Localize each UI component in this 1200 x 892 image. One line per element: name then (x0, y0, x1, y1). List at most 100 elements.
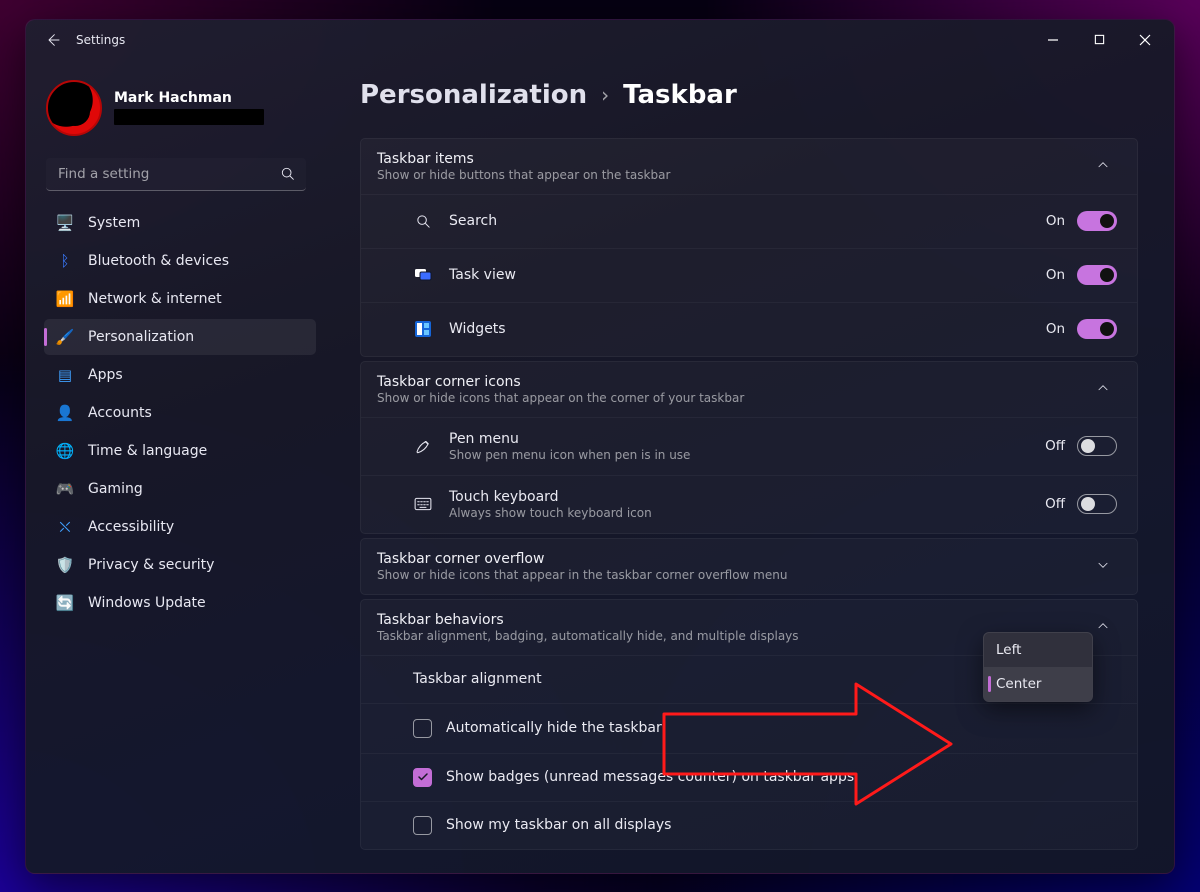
nav-item-network[interactable]: 📶 Network & internet (44, 281, 316, 317)
nav-label: Accounts (88, 405, 152, 421)
section-subtitle: Show or hide icons that appear in the ta… (377, 568, 1089, 582)
row-badges[interactable]: Show badges (unread messages counter) on… (361, 753, 1137, 801)
checkbox-label: Show badges (unread messages counter) on… (446, 769, 854, 785)
row-autohide[interactable]: Automatically hide the taskbar (361, 703, 1137, 753)
row-label: Task view (449, 267, 1046, 283)
arrow-left-icon (45, 32, 61, 48)
nav-label: Time & language (88, 443, 207, 459)
privacy-icon: 🛡️ (56, 556, 74, 574)
nav-item-privacy[interactable]: 🛡️ Privacy & security (44, 547, 316, 583)
section-corner-icons: Taskbar corner icons Show or hide icons … (360, 361, 1138, 534)
row-touch[interactable]: Touch keyboardAlways show touch keyboard… (361, 475, 1137, 533)
section-taskbar-behaviors: Taskbar behaviors Taskbar alignment, bad… (360, 599, 1138, 850)
section-header[interactable]: Taskbar corner icons Show or hide icons … (361, 362, 1137, 417)
toggle-state: On (1046, 213, 1065, 229)
checkbox-label: Show my taskbar on all displays (446, 817, 671, 833)
time-icon: 🌐 (56, 442, 74, 460)
chevron-up-icon (1089, 380, 1117, 399)
nav-item-apps[interactable]: ▤Apps (44, 357, 316, 393)
nav-label: Network & internet (88, 291, 222, 307)
checkbox[interactable] (413, 816, 432, 835)
alignment-option-center[interactable]: Center (984, 667, 1092, 701)
nav-item-bluetooth[interactable]: ᛒ Bluetooth & devices (44, 243, 316, 279)
nav-label: System (88, 215, 140, 231)
section-header[interactable]: Taskbar items Show or hide buttons that … (361, 139, 1137, 194)
nav-label: Bluetooth & devices (88, 253, 229, 269)
row-sublabel: Show pen menu icon when pen is in use (449, 448, 1045, 462)
section-title: Taskbar corner icons (377, 374, 1089, 390)
user-email-redacted (114, 109, 264, 125)
toggle-switch[interactable] (1077, 211, 1117, 231)
row-label: Search (449, 213, 1046, 229)
minimize-button[interactable] (1030, 24, 1076, 56)
bluetooth-icon: ᛒ (56, 252, 74, 270)
accessibility-icon: ⛌ (56, 518, 74, 536)
toggle-state: On (1046, 321, 1065, 337)
alignment-option-left[interactable]: Left (984, 633, 1092, 667)
accounts-icon: 👤 (56, 404, 74, 422)
toggle-switch[interactable] (1077, 494, 1117, 514)
search-box[interactable] (46, 158, 308, 191)
checkbox[interactable] (413, 719, 432, 738)
window-title: Settings (76, 33, 125, 47)
sidebar: Mark Hachman 🖥️System ᛒ Bluetooth & device… (26, 60, 326, 873)
alignment-dropdown[interactable]: LeftCenter (983, 632, 1093, 702)
nav-label: Privacy & security (88, 557, 214, 573)
close-button[interactable] (1122, 24, 1168, 56)
section-corner-overflow[interactable]: Taskbar corner overflow Show or hide ico… (360, 538, 1138, 595)
nav-item-time[interactable]: 🌐 Time & language (44, 433, 316, 469)
nav-item-accounts[interactable]: 👤 Accounts (44, 395, 316, 431)
nav-item-update[interactable]: 🔄 Windows Update (44, 585, 316, 621)
chevron-up-icon (1089, 618, 1117, 637)
nav-item-accessibility[interactable]: ⛌Accessibility (44, 509, 316, 545)
personalization-icon: 🖌️ (56, 328, 74, 346)
widgets-icon (413, 319, 433, 339)
row-search[interactable]: SearchOn (361, 194, 1137, 248)
update-icon: 🔄 (56, 594, 74, 612)
chevron-right-icon: › (601, 83, 609, 107)
checkbox[interactable] (413, 768, 432, 787)
row-taskview[interactable]: Task viewOn (361, 248, 1137, 302)
nav-item-gaming[interactable]: 🎮 Gaming (44, 471, 316, 507)
row-widgets[interactable]: WidgetsOn (361, 302, 1137, 356)
row-sublabel: Always show touch keyboard icon (449, 506, 1045, 520)
search-input[interactable] (46, 158, 306, 191)
nav-list: 🖥️System ᛒ Bluetooth & devices 📶 Network & i… (44, 205, 316, 621)
search-icon (413, 211, 433, 231)
row-pen[interactable]: Pen menuShow pen menu icon when pen is i… (361, 417, 1137, 475)
chevron-up-icon (1089, 157, 1117, 176)
breadcrumb-current: Taskbar (623, 80, 737, 110)
main-pane: Personalization › Taskbar Taskbar items … (326, 60, 1174, 873)
back-button[interactable] (36, 23, 70, 57)
nav-label: Windows Update (88, 595, 206, 611)
taskview-icon (413, 265, 433, 285)
nav-label: Personalization (88, 329, 194, 345)
nav-item-personalization[interactable]: 🖌️ Personalization (44, 319, 316, 355)
titlebar: Settings (26, 20, 1174, 60)
toggle-state: Off (1045, 438, 1065, 454)
nav-item-system[interactable]: 🖥️System (44, 205, 316, 241)
section-subtitle: Show or hide icons that appear on the co… (377, 391, 1089, 405)
maximize-button[interactable] (1076, 24, 1122, 56)
toggle-state: On (1046, 267, 1065, 283)
network-icon: 📶 (56, 290, 74, 308)
avatar (46, 80, 102, 136)
nav-label: Gaming (88, 481, 143, 497)
row-alldisp[interactable]: Show my taskbar on all displays (361, 801, 1137, 849)
section-title: Taskbar behaviors (377, 612, 1089, 628)
toggle-switch[interactable] (1077, 436, 1117, 456)
toggle-state: Off (1045, 496, 1065, 512)
breadcrumb-parent[interactable]: Personalization (360, 80, 587, 110)
section-title: Taskbar corner overflow (377, 551, 1089, 567)
section-title: Taskbar items (377, 151, 1089, 167)
toggle-switch[interactable] (1077, 319, 1117, 339)
search-icon (280, 166, 296, 182)
gaming-icon: 🎮 (56, 480, 74, 498)
settings-window: Settings Mark Hachman 🖥️System ᛒ Bluetooth… (25, 19, 1175, 874)
row-label: Touch keyboard (449, 489, 1045, 505)
section-taskbar-items: Taskbar items Show or hide buttons that … (360, 138, 1138, 357)
pen-icon (413, 436, 433, 456)
toggle-switch[interactable] (1077, 265, 1117, 285)
chevron-down-icon (1089, 557, 1117, 576)
user-block[interactable]: Mark Hachman (44, 74, 316, 154)
